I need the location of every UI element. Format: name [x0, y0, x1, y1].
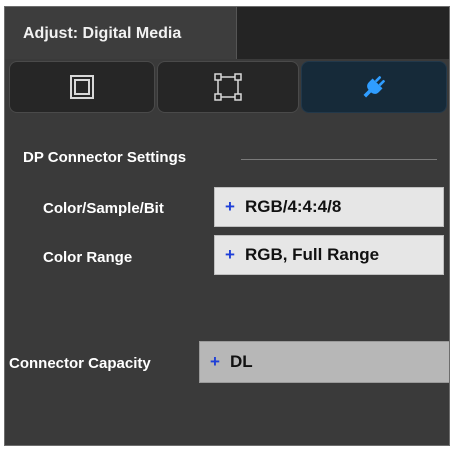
panel-title: Adjust: Digital Media — [23, 25, 182, 42]
color-sample-bit-label: Color/Sample/Bit — [43, 200, 164, 217]
section-heading: DP Connector Settings — [23, 149, 187, 166]
section-divider — [241, 159, 437, 160]
tab-plug[interactable] — [301, 61, 447, 113]
title-bar: Adjust: Digital Media — [5, 7, 449, 59]
tab-framed-square[interactable] — [9, 61, 155, 113]
connector-capacity-field[interactable]: + DL — [199, 341, 449, 383]
crop-corners-icon — [214, 73, 242, 101]
color-sample-bit-field[interactable]: + RGB/4:4:4/8 — [214, 187, 444, 227]
adjust-panel: Adjust: Digital Media DP Connector Setti… — [4, 6, 450, 446]
connector-capacity-label: Connector Capacity — [9, 355, 151, 372]
plus-icon: + — [225, 245, 235, 264]
plus-icon: + — [225, 197, 235, 216]
connector-capacity-value: DL — [229, 352, 253, 371]
color-sample-bit-value: RGB/4:4:4/8 — [244, 197, 342, 216]
color-range-field[interactable]: + RGB, Full Range — [214, 235, 444, 275]
color-range-value: RGB, Full Range — [244, 245, 380, 264]
plus-icon: + — [210, 352, 220, 371]
mode-tabs — [9, 59, 449, 117]
color-range-label: Color Range — [43, 249, 133, 266]
title-tab: Adjust: Digital Media — [5, 7, 237, 59]
tab-crop-corners[interactable] — [157, 61, 299, 113]
plug-icon — [363, 76, 385, 98]
framed-square-icon — [70, 75, 94, 99]
